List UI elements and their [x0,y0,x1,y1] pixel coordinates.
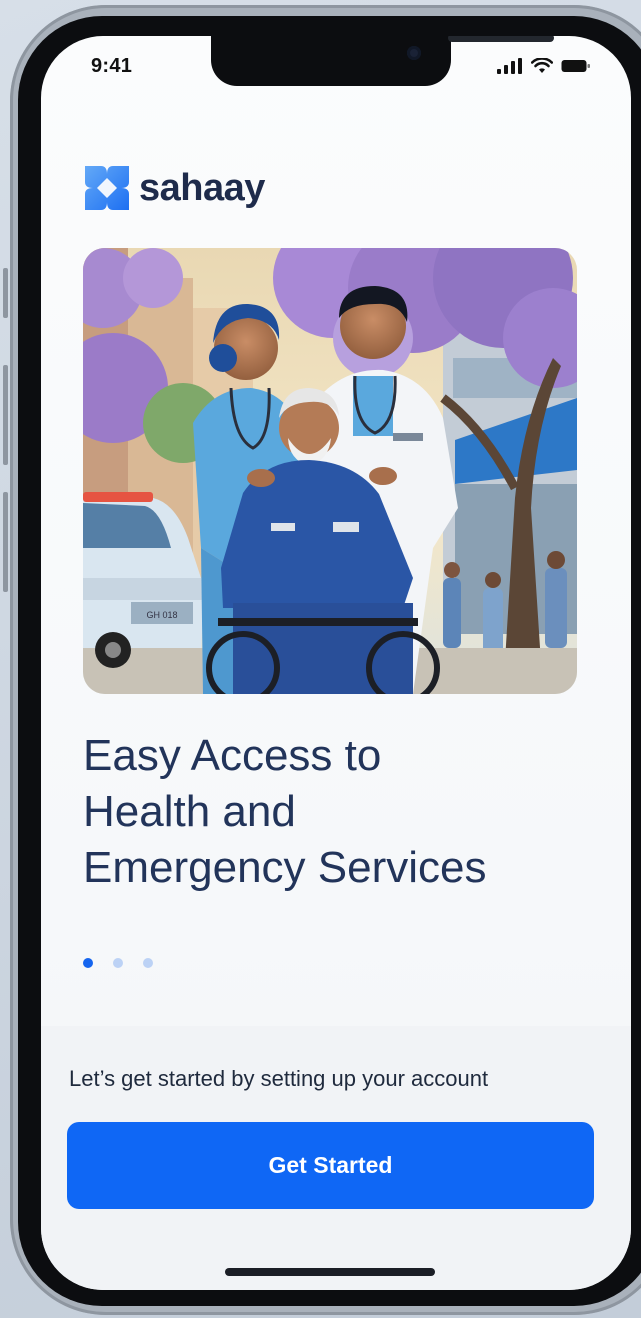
status-icons [497,58,591,74]
page-dot-1[interactable] [83,958,93,968]
app-screen: 9:41 sahaay GH 018 Easy Access to Health… [41,36,631,1290]
front-camera-icon [407,46,421,60]
home-indicator[interactable] [225,1268,435,1276]
onboarding-headline: Easy Access to Health and Emergency Serv… [83,728,583,896]
page-indicator [83,958,153,968]
phone-volume-up-button [3,365,8,465]
headline-line-3: Emergency Services [83,843,487,892]
wifi-icon [531,58,553,73]
cellular-signal-icon [497,58,522,74]
sahaay-logo-icon [85,166,129,210]
notch [211,36,554,86]
phone-action-button [3,268,8,318]
page-dot-2[interactable] [113,958,123,968]
healthcare-workers-with-patient-illustration: GH 018 [83,248,577,694]
get-started-button[interactable]: Get Started [67,1122,594,1209]
speaker-grille [448,36,554,42]
headline-line-1: Easy Access to [83,731,382,780]
phone-volume-down-button [3,492,8,592]
page-dot-3[interactable] [143,958,153,968]
hero-illustration: GH 018 [83,248,577,694]
headline-line-2: Health and [83,787,296,836]
brand-logo: sahaay [83,164,265,212]
ambulance-plate: GH 018 [146,610,177,620]
setup-prompt: Let’s get started by setting up your acc… [69,1066,489,1091]
battery-icon [561,60,590,72]
brand-wordmark: sahaay [139,167,265,209]
status-time: 9:41 [91,55,133,77]
